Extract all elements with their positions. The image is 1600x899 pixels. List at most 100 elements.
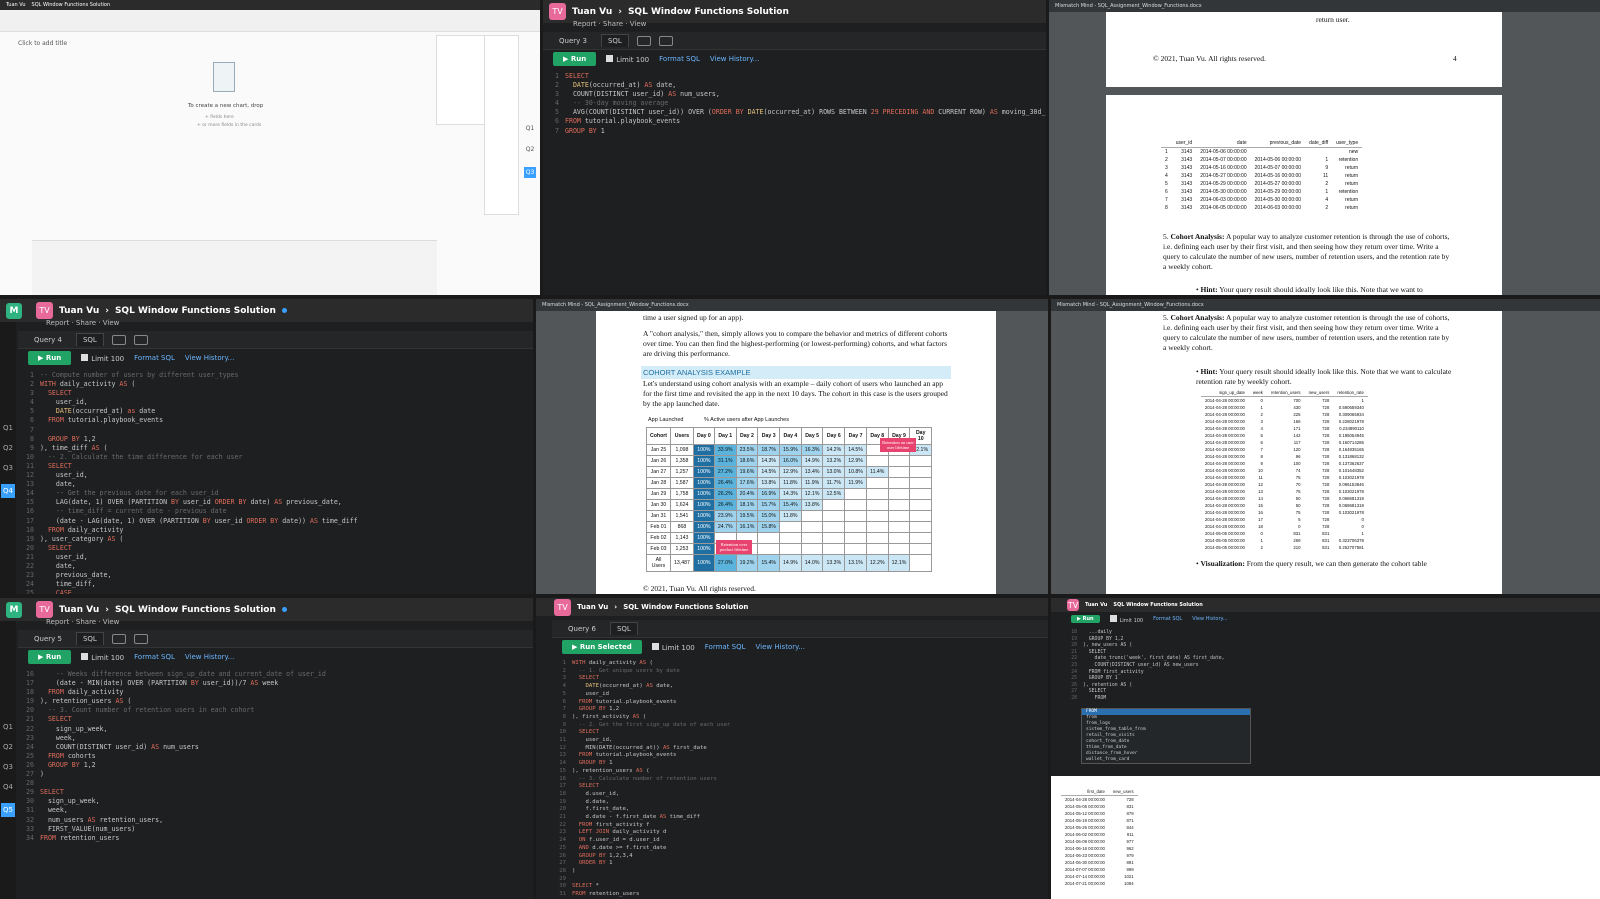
limit-checkbox[interactable]: Limit 100 [651, 642, 695, 652]
code-line[interactable]: 26), retention AS ( [1061, 683, 1600, 690]
code-line[interactable]: 2 -- 1. Get unique users by date [550, 668, 1048, 676]
code-line[interactable]: 17 (date - LAG(date, 1) OVER (PARTITION … [18, 517, 533, 526]
tab-query[interactable]: Query 3 [553, 35, 593, 47]
code-line[interactable]: 24 ON f.user_id = d.user_id [550, 837, 1048, 845]
code-line[interactable]: 20 f.first_date, [550, 806, 1048, 814]
code-line[interactable]: 8), first_activity AS ( [550, 714, 1048, 722]
code-line[interactable]: 25 AND d.date >= f.first_date [550, 845, 1048, 853]
code-line[interactable]: 19 GROUP BY 1,2 [1061, 637, 1600, 644]
code-line[interactable]: 4 user_id, [18, 398, 533, 407]
code-line[interactable]: 9), time_diff AS ( [18, 444, 533, 453]
code-line[interactable]: 3 COUNT(DISTINCT user_id) AS num_users, [543, 90, 1046, 99]
code-line[interactable]: 10 SELECT [550, 729, 1048, 737]
code-editor[interactable]: 1 WITH daily_activity AS (2 -- 1. Get uni… [550, 656, 1048, 899]
limit-checkbox[interactable]: Limit 100 [81, 353, 124, 363]
code-line[interactable]: 13 date, [18, 480, 533, 489]
nav-q4[interactable]: Q4 [3, 783, 13, 791]
code-line[interactable]: 1 WITH daily_activity AS ( [550, 660, 1048, 668]
limit-checkbox[interactable]: Limit 100 [606, 54, 649, 64]
run-button[interactable]: ▶ Run [28, 351, 72, 365]
tab-query[interactable]: Query 4 [28, 334, 68, 346]
code-line[interactable]: 28) [550, 868, 1048, 876]
code-line[interactable]: 24 COUNT(DISTINCT user_id) AS num_users [18, 743, 533, 752]
code-line[interactable]: 7 GROUP BY 1 [543, 127, 1046, 136]
code-line[interactable]: 5 DATE (occurred_at) as date [18, 407, 533, 416]
nav-q3[interactable]: Q3 [3, 464, 13, 472]
code-line[interactable]: 8 GROUP BY 1,2 [18, 435, 533, 444]
tab-sql[interactable]: SQL [75, 333, 104, 346]
tab-query[interactable]: Query 5 [28, 633, 68, 645]
code-line[interactable]: 21 SELECT [18, 715, 533, 724]
autocomplete-dropdown[interactable]: FROM from from_logs sistem_from_table_from r… [1081, 708, 1251, 764]
code-line[interactable]: 31 week, [18, 806, 533, 815]
code-line[interactable]: 1 SELECT [543, 72, 1046, 81]
code-line[interactable]: 26 GROUP BY 1,2,3,4 [550, 853, 1048, 861]
limit-checkbox[interactable]: Limit 100 [1109, 614, 1143, 624]
code-line[interactable]: 31 FROM retention_users [550, 891, 1048, 899]
nav-q5[interactable]: Q5 [1, 803, 15, 817]
code-editor[interactable]: 1 SELECT 2 DATE (occurred_at) AS date, 3 COU… [543, 68, 1046, 136]
code-line[interactable]: 12 user_id, [18, 471, 533, 480]
code-line[interactable]: 3 SELECT [550, 675, 1048, 683]
code-line[interactable]: 18 ...daily [1061, 630, 1600, 637]
add-chart-icon[interactable] [133, 633, 148, 644]
add-chart-icon[interactable] [658, 35, 673, 46]
code-line[interactable]: 22 sign_up_week, [18, 725, 533, 734]
code-line[interactable]: 25 GROUP BY 1 [1061, 676, 1600, 683]
code-line[interactable]: 29 [550, 876, 1048, 884]
nav-q1[interactable]: Q1 [526, 125, 535, 132]
code-line[interactable]: 29 SELECT [18, 788, 533, 797]
code-line[interactable]: 19), retention_users AS ( [18, 697, 533, 706]
code-line[interactable]: 25 CASE [18, 589, 533, 594]
code-line[interactable]: 4 DATE (occurred_at) AS date, [550, 683, 1048, 691]
code-line[interactable]: 18 FROM daily_activity [18, 526, 533, 535]
code-line[interactable]: 22 date_trunc('week', first_date) AS fir… [1061, 656, 1600, 663]
code-line[interactable]: 6 FROM tutorial.playbook_events [543, 117, 1046, 126]
code-line[interactable]: 14 -- Get the previous date for each use… [18, 489, 533, 498]
format-sql-button[interactable]: Format SQL [1153, 616, 1182, 622]
code-line[interactable]: 23 previous_date, [18, 571, 533, 580]
mode-logo-icon[interactable]: M [6, 601, 22, 618]
report-menu[interactable]: Report · Share · View [46, 618, 533, 626]
mode-logo-icon[interactable]: M [6, 302, 22, 319]
report-menu[interactable]: Report · Share · View [46, 319, 533, 327]
code-line[interactable]: 17 SELECT [550, 783, 1048, 791]
code-line[interactable]: 34 FROM retention_users [18, 834, 533, 843]
chart-icon[interactable] [636, 35, 651, 46]
code-line[interactable]: 19), user_category AS ( [18, 535, 533, 544]
nav-q2[interactable]: Q2 [526, 146, 535, 153]
code-line[interactable]: 27 SELECT [1061, 689, 1600, 696]
code-line[interactable]: 26 GROUP BY 1,2 [18, 761, 533, 770]
code-line[interactable]: 22 FROM first_activity f [550, 822, 1048, 830]
format-sql-button[interactable]: Format SQL [134, 653, 175, 661]
code-line[interactable]: 3 SELECT [18, 389, 533, 398]
code-line[interactable]: 2 WITH daily_activity AS ( [18, 380, 533, 389]
tab-query[interactable]: Query 6 [562, 623, 602, 635]
code-line[interactable]: 12 MIN(DATE(occurred_at)) AS first_date [550, 745, 1048, 753]
code-line[interactable]: 13 FROM tutorial.playbook_events [550, 752, 1048, 760]
nav-q3[interactable]: Q3 [523, 167, 537, 178]
code-line[interactable]: 20 -- 3. Count number of retention users… [18, 706, 533, 715]
code-line[interactable]: 4 -- 30-day moving average [543, 99, 1046, 108]
code-line[interactable]: 16 -- time_diff = current date - previou… [18, 507, 533, 516]
code-line[interactable]: 28 FROM [1061, 696, 1600, 703]
tab-sql[interactable]: SQL [609, 622, 638, 635]
nav-q3[interactable]: Q3 [3, 763, 13, 771]
run-button[interactable]: ▶ Run [28, 650, 72, 664]
view-history-link[interactable]: View History... [1192, 616, 1227, 622]
view-history-link[interactable]: View History... [185, 653, 234, 661]
chart-title-input[interactable]: Click to add title [18, 40, 67, 47]
view-history-link[interactable]: View History... [756, 643, 805, 651]
code-line[interactable]: 27 ORDER BY 1 [550, 860, 1048, 868]
code-editor[interactable]: 16 -- Weeks difference between sign_up_d… [18, 666, 533, 843]
code-line[interactable]: 15), retention_users AS ( [550, 768, 1048, 776]
tab-sql[interactable]: SQL [600, 34, 629, 47]
tab-sql[interactable]: SQL [75, 632, 104, 645]
code-line[interactable]: 5 user_id [550, 691, 1048, 699]
code-line[interactable]: 32 num_users AS retention_users, [18, 816, 533, 825]
code-line[interactable]: 7 GROUP BY 1,2 [550, 706, 1048, 714]
code-editor[interactable]: 1 -- Compute number of users by different… [18, 367, 533, 594]
code-line[interactable]: 23 COUNT(DISTINCT user_id) AS new_users [1061, 663, 1600, 670]
nav-q4[interactable]: Q4 [1, 484, 15, 498]
code-line[interactable]: 33 FIRST_VALUE(num_users) [18, 825, 533, 834]
